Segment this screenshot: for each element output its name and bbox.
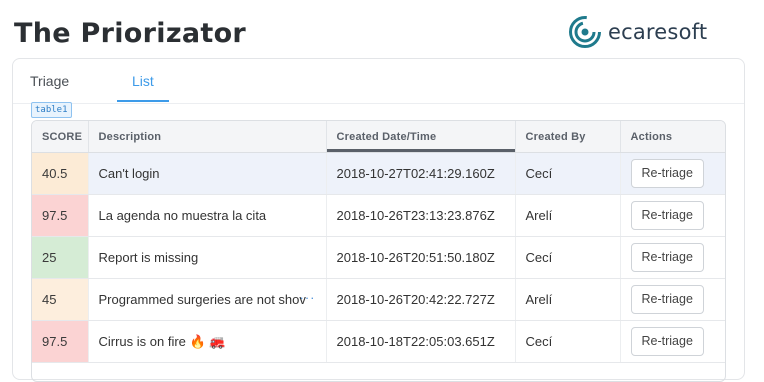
score-cell: 40.5 — [32, 152, 89, 195]
description-text: Programmed surgeries are not shov — [98, 292, 306, 307]
created-by-cell: Cecí — [515, 152, 621, 195]
brand-name: ecaresoft — [608, 20, 708, 44]
re-triage-button[interactable]: Re-triage — [630, 243, 704, 272]
created-date-cell: 2018-10-26T23:13:23.876Z — [326, 194, 516, 237]
description-cell: Can't login — [88, 152, 327, 195]
description-cell: La agenda no muestra la cita — [88, 194, 327, 237]
score-cell: 25 — [32, 236, 89, 279]
table-debug-tag: table1 — [31, 102, 72, 118]
created-by-cell: Arelí — [515, 278, 621, 321]
active-tab-indicator — [117, 100, 169, 102]
tab-bar: Triage List — [13, 59, 744, 104]
table-row[interactable]: 25 Report is missing 2018-10-26T20:51:50… — [32, 236, 725, 279]
description-cell: Cirrus is on fire 🔥 🚒 — [88, 320, 327, 363]
ecaresoft-logo-icon — [569, 16, 601, 48]
created-by-cell: Cecí — [515, 236, 621, 279]
created-date-cell: 2018-10-26T20:42:22.727Z — [326, 278, 516, 321]
table-row[interactable]: 97.5 La agenda no muestra la cita 2018-1… — [32, 194, 725, 237]
table-row[interactable]: 45 Programmed surgeries are not shov ··· … — [32, 278, 725, 321]
column-header-score[interactable]: SCORE — [32, 121, 89, 153]
tab-triage[interactable]: Triage — [30, 73, 69, 89]
actions-cell: Re-triage — [620, 194, 725, 237]
actions-cell: Re-triage — [620, 278, 725, 321]
score-cell: 97.5 — [32, 320, 89, 363]
table-row[interactable]: 97.5 Cirrus is on fire 🔥 🚒 2018-10-18T22… — [32, 320, 725, 363]
column-header-actions: Actions — [620, 121, 725, 153]
score-cell: 97.5 — [32, 194, 89, 237]
actions-cell: Re-triage — [620, 236, 725, 279]
created-date-cell: 2018-10-27T02:41:29.160Z — [326, 152, 516, 195]
description-cell: Report is missing — [88, 236, 327, 279]
score-cell: 45 — [32, 278, 89, 321]
re-triage-button[interactable]: Re-triage — [630, 327, 704, 356]
actions-cell: Re-triage — [620, 320, 725, 363]
created-by-cell: Cecí — [515, 320, 621, 363]
actions-cell: Re-triage — [620, 152, 725, 195]
more-options-icon[interactable]: ··· — [300, 290, 316, 305]
re-triage-button[interactable]: Re-triage — [630, 159, 704, 188]
re-triage-button[interactable]: Re-triage — [630, 201, 704, 230]
brand-logo: ecaresoft — [568, 15, 707, 49]
created-by-cell: Arelí — [515, 194, 621, 237]
re-triage-button[interactable]: Re-triage — [630, 285, 704, 314]
page-title: The Priorizator — [14, 18, 247, 49]
tab-list[interactable]: List — [132, 73, 154, 89]
column-header-created-date[interactable]: Created Date/Time — [326, 121, 516, 153]
column-header-description[interactable]: Description — [88, 121, 327, 153]
issues-table: SCORE Description Created Date/Time Crea… — [31, 120, 726, 382]
table-row[interactable]: 40.5 Can't login 2018-10-27T02:41:29.160… — [32, 152, 725, 195]
description-cell: Programmed surgeries are not shov ··· — [88, 278, 327, 321]
table-header-row: SCORE Description Created Date/Time Crea… — [32, 121, 725, 153]
column-header-created-by[interactable]: Created By — [515, 121, 621, 153]
main-card: Triage List table1 SCORE Description Cre… — [12, 58, 745, 382]
created-date-cell: 2018-10-26T20:51:50.180Z — [326, 236, 516, 279]
created-date-cell: 2018-10-18T22:05:03.651Z — [326, 320, 516, 363]
